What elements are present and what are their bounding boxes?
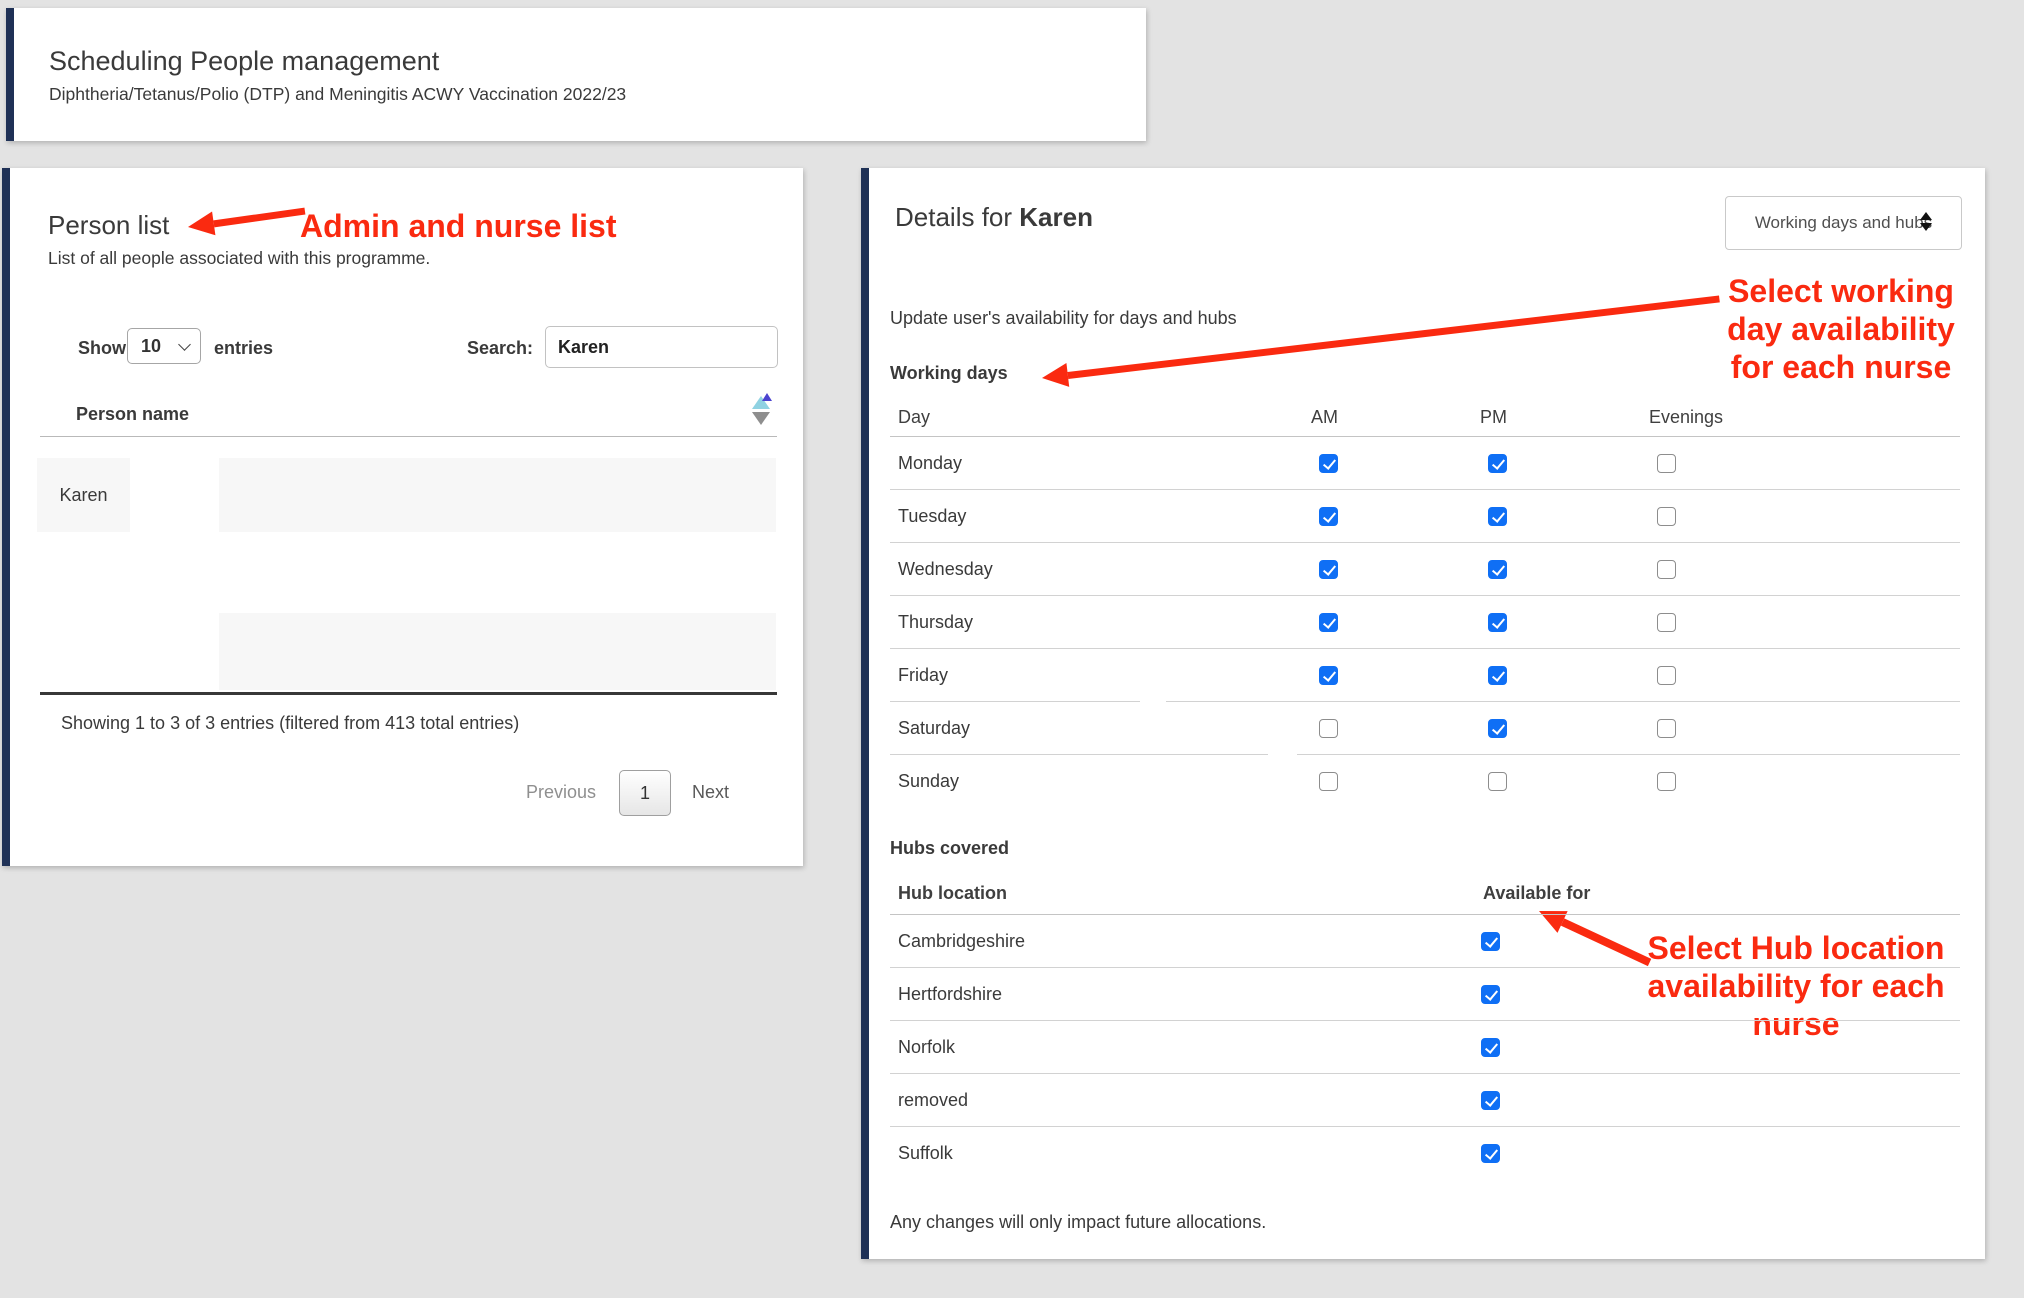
view-selector-value: Working days and hubs — [1755, 213, 1932, 233]
hubs-covered-heading: Hubs covered — [890, 838, 1009, 859]
sunday-am-checkbox[interactable] — [1319, 772, 1338, 791]
norfolk-available-checkbox[interactable] — [1481, 1038, 1500, 1057]
friday-pm-checkbox[interactable] — [1488, 666, 1507, 685]
wednesday-am-checkbox[interactable] — [1319, 560, 1338, 579]
card-accent-border — [2, 168, 10, 866]
sunday-evenings-checkbox[interactable] — [1657, 772, 1676, 791]
show-label: Show — [78, 338, 126, 359]
working-day-row-wednesday: Wednesday — [890, 543, 1960, 596]
tuesday-am-checkbox[interactable] — [1319, 507, 1338, 526]
pagination-page-1-button[interactable]: 1 — [619, 770, 671, 816]
details-person-name: Karen — [1019, 202, 1093, 232]
friday-evenings-checkbox[interactable] — [1657, 666, 1676, 685]
working-day-row-saturday: Saturday — [890, 702, 1960, 755]
person-name-column-header[interactable]: Person name — [76, 404, 189, 425]
details-card: Details for Karen Working days and hubs … — [861, 168, 1985, 1259]
working-days-heading: Working days — [890, 363, 1008, 384]
sunday-pm-checkbox[interactable] — [1488, 772, 1507, 791]
view-selector-dropdown[interactable]: Working days and hubs — [1725, 196, 1962, 250]
page-subtitle: Diphtheria/Tetanus/Polio (DTP) and Menin… — [49, 84, 626, 105]
working-day-row-friday: Friday — [890, 649, 1960, 702]
pagination-next[interactable]: Next — [692, 782, 729, 803]
page-title: Scheduling People management — [49, 46, 439, 77]
removed-available-checkbox[interactable] — [1481, 1091, 1500, 1110]
hub-row-suffolk: Suffolk — [890, 1127, 1960, 1180]
table-row-person-name[interactable]: Karen — [37, 458, 130, 532]
annotation-arrow-working-days — [1041, 287, 1721, 390]
monday-am-checkbox[interactable] — [1319, 454, 1338, 473]
availability-description: Update user's availability for days and … — [890, 308, 1237, 329]
col-am: AM — [1311, 407, 1338, 428]
col-hub-location: Hub location — [898, 883, 1007, 904]
chevron-down-icon — [178, 338, 191, 351]
pagination-previous[interactable]: Previous — [526, 782, 596, 803]
saturday-evenings-checkbox[interactable] — [1657, 719, 1676, 738]
col-day: Day — [898, 407, 930, 428]
table-bottom-border — [40, 692, 777, 695]
saturday-pm-checkbox[interactable] — [1488, 719, 1507, 738]
annotation-working-days: Select working day availability for each… — [1701, 272, 1981, 386]
col-evenings: Evenings — [1649, 407, 1723, 428]
redacted-cell — [219, 458, 776, 532]
entries-label: entries — [214, 338, 273, 359]
working-days-header-row: Day AM PM Evenings — [890, 405, 1960, 437]
card-accent-border — [6, 8, 14, 141]
person-list-subtitle: List of all people associated with this … — [48, 248, 430, 269]
search-label: Search: — [467, 338, 533, 359]
annotation-person-list: Admin and nurse list — [300, 206, 700, 246]
annotation-arrow-person-list — [186, 199, 306, 239]
search-input[interactable] — [545, 326, 778, 368]
hub-row-cambridgeshire: Cambridgeshire — [890, 915, 1960, 968]
page: Scheduling People management Diphtheria/… — [0, 0, 2024, 1298]
card-accent-border — [861, 168, 869, 1259]
redacted-cell — [219, 613, 776, 690]
working-day-row-monday: Monday — [890, 437, 1960, 490]
table-summary: Showing 1 to 3 of 3 entries (filtered fr… — [61, 713, 519, 734]
hubs-header-row: Hub location Available for — [890, 875, 1960, 915]
page-size-value: 10 — [141, 336, 161, 357]
col-available-for: Available for — [1483, 883, 1590, 904]
hub-row-removed: removed — [890, 1074, 1960, 1127]
arrowhead-icon — [186, 211, 215, 238]
tuesday-evenings-checkbox[interactable] — [1657, 507, 1676, 526]
monday-pm-checkbox[interactable] — [1488, 454, 1507, 473]
thursday-am-checkbox[interactable] — [1319, 613, 1338, 632]
suffolk-available-checkbox[interactable] — [1481, 1144, 1500, 1163]
sort-icon[interactable] — [752, 396, 772, 426]
person-list-card: Person list List of all people associate… — [2, 168, 803, 866]
working-day-row-thursday: Thursday — [890, 596, 1960, 649]
monday-evenings-checkbox[interactable] — [1657, 454, 1676, 473]
col-pm: PM — [1480, 407, 1507, 428]
hubs-table: Hub location Available for Cambridgeshir… — [890, 875, 1960, 1180]
wednesday-pm-checkbox[interactable] — [1488, 560, 1507, 579]
arrowhead-icon — [1041, 363, 1070, 390]
select-spinner-icon — [1920, 212, 1932, 231]
saturday-am-checkbox[interactable] — [1319, 719, 1338, 738]
allocations-note: Any changes will only impact future allo… — [890, 1212, 1266, 1233]
working-day-row-tuesday: Tuesday — [890, 490, 1960, 543]
page-header-card: Scheduling People management Diphtheria/… — [6, 8, 1146, 141]
details-title: Details for Karen — [895, 202, 1093, 233]
friday-am-checkbox[interactable] — [1319, 666, 1338, 685]
hub-row-norfolk: Norfolk — [890, 1021, 1960, 1074]
thursday-evenings-checkbox[interactable] — [1657, 613, 1676, 632]
working-days-table: Day AM PM Evenings Monday Tuesday Wednes… — [890, 405, 1960, 808]
cambridgeshire-available-checkbox[interactable] — [1481, 932, 1500, 951]
table-header-divider — [40, 436, 777, 437]
working-day-row-sunday: Sunday — [890, 755, 1960, 808]
page-size-select[interactable]: 10 — [127, 328, 201, 364]
hub-row-hertfordshire: Hertfordshire — [890, 968, 1960, 1021]
person-list-title: Person list — [48, 210, 169, 241]
tuesday-pm-checkbox[interactable] — [1488, 507, 1507, 526]
hertfordshire-available-checkbox[interactable] — [1481, 985, 1500, 1004]
thursday-pm-checkbox[interactable] — [1488, 613, 1507, 632]
wednesday-evenings-checkbox[interactable] — [1657, 560, 1676, 579]
